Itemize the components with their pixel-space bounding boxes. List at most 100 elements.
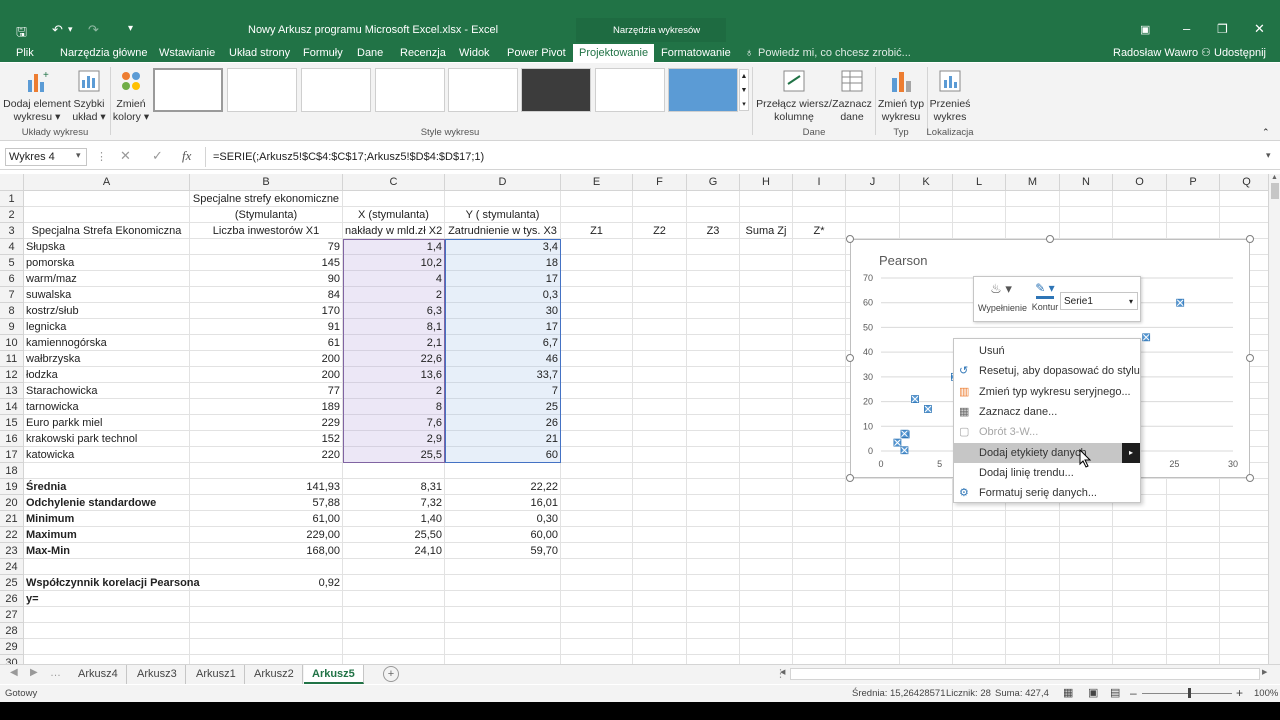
row-header[interactable]: 27: [0, 607, 24, 623]
sheet-tab-arkusz1[interactable]: Arkusz1: [188, 665, 245, 684]
investors-cell[interactable]: 152: [192, 431, 340, 447]
menu-item-select-data[interactable]: ▦ Zaznacz dane...: [954, 402, 1140, 422]
stat-value-cell[interactable]: 8,31: [345, 479, 442, 495]
zone-name-cell[interactable]: Starachowicka: [26, 383, 187, 399]
column-header[interactable]: P: [1167, 174, 1220, 191]
row-header[interactable]: 8: [0, 303, 24, 319]
header-cell[interactable]: Z*: [795, 223, 843, 239]
chart-style-2[interactable]: [227, 68, 297, 112]
share-icon[interactable]: ⚇: [1201, 44, 1211, 63]
header-cell[interactable]: Z3: [689, 223, 737, 239]
column-header[interactable]: N: [1060, 174, 1113, 191]
zoom-slider-thumb[interactable]: [1188, 688, 1191, 698]
resize-handle-tc[interactable]: [1046, 235, 1054, 243]
restore-icon[interactable]: ❐: [1217, 22, 1228, 36]
tell-me-search[interactable]: Powiedz mi, co chcesz zrobić...: [758, 44, 911, 63]
row-header[interactable]: 14: [0, 399, 24, 415]
outline-button[interactable]: ✎ ▾ Kontur: [1030, 281, 1060, 312]
menu-item-reset-style[interactable]: ↺ Resetuj, aby dopasować do stylu: [954, 361, 1140, 381]
investors-cell[interactable]: 79: [192, 239, 340, 255]
header-cell[interactable]: (Stymulanta): [192, 207, 340, 223]
scroll-tabs-left-icon[interactable]: ◀: [10, 667, 18, 678]
stat-label-cell[interactable]: Max-Min: [26, 543, 187, 559]
header-cell[interactable]: Z1: [563, 223, 630, 239]
resize-handle-br[interactable]: [1246, 474, 1254, 482]
chart-style-5[interactable]: [448, 68, 518, 112]
outlays-cell[interactable]: 10,2: [345, 255, 442, 271]
scroll-right-icon[interactable]: ▶: [1262, 668, 1267, 676]
row-header[interactable]: 6: [0, 271, 24, 287]
outlays-cell[interactable]: 1,4: [345, 239, 442, 255]
name-box-dropdown-icon[interactable]: ▾: [76, 150, 81, 161]
tab-format[interactable]: Formatowanie: [661, 44, 731, 63]
row-header[interactable]: 25: [0, 575, 24, 591]
zone-name-cell[interactable]: tarnowicka: [26, 399, 187, 415]
chart-style-4[interactable]: [375, 68, 445, 112]
employment-cell[interactable]: 25: [447, 399, 558, 415]
zone-name-cell[interactable]: łodzka: [26, 367, 187, 383]
share-button[interactable]: Udostępnij: [1214, 44, 1266, 63]
column-header[interactable]: M: [1006, 174, 1060, 191]
zone-name-cell[interactable]: kamiennogórska: [26, 335, 187, 351]
tabs-more-icon[interactable]: …: [50, 667, 61, 679]
employment-cell[interactable]: 33,7: [447, 367, 558, 383]
scroll-tabs-right-icon[interactable]: ▶: [30, 667, 38, 678]
header-cell[interactable]: Liczba inwestorów X1: [192, 223, 340, 239]
chart-style-3[interactable]: [301, 68, 371, 112]
row-header[interactable]: 15: [0, 415, 24, 431]
investors-cell[interactable]: 170: [192, 303, 340, 319]
column-header[interactable]: E: [561, 174, 633, 191]
employment-cell[interactable]: 21: [447, 431, 558, 447]
data-point[interactable]: [900, 429, 909, 438]
redo-icon[interactable]: ↷: [88, 22, 99, 38]
collapse-ribbon-icon[interactable]: ⌃: [1262, 127, 1270, 138]
menu-item-add-data-labels[interactable]: Dodaj etykiety danych ▸: [954, 443, 1140, 463]
row-header[interactable]: 13: [0, 383, 24, 399]
stat-value-cell[interactable]: 59,70: [447, 543, 558, 559]
close-icon[interactable]: ✕: [1254, 21, 1265, 37]
zone-name-cell[interactable]: legnicka: [26, 319, 187, 335]
outlays-cell[interactable]: 4: [345, 271, 442, 287]
employment-cell[interactable]: 18: [447, 255, 558, 271]
employment-cell[interactable]: 30: [447, 303, 558, 319]
outlays-cell[interactable]: 7,6: [345, 415, 442, 431]
column-header[interactable]: L: [953, 174, 1006, 191]
ribbon-display-options-icon[interactable]: ▣: [1140, 23, 1150, 36]
stat-label-cell[interactable]: Maximum: [26, 527, 187, 543]
zone-name-cell[interactable]: kostrz/słub: [26, 303, 187, 319]
zone-name-cell[interactable]: pomorska: [26, 255, 187, 271]
stat-value-cell[interactable]: 60,00: [447, 527, 558, 543]
stat-label-cell[interactable]: Minimum: [26, 511, 187, 527]
investors-cell[interactable]: 189: [192, 399, 340, 415]
move-chart-button[interactable]: Przenieś wykres: [928, 68, 972, 124]
header-cell[interactable]: Specjalne strefy ekonomiczne: [192, 191, 340, 207]
cancel-icon[interactable]: ✕: [120, 148, 131, 164]
investors-cell[interactable]: 91: [192, 319, 340, 335]
row-header[interactable]: 9: [0, 319, 24, 335]
employment-cell[interactable]: 3,4: [447, 239, 558, 255]
zoom-out-icon[interactable]: –: [1130, 685, 1137, 702]
chart-style-6[interactable]: [521, 68, 591, 112]
outlays-cell[interactable]: 25,5: [345, 447, 442, 463]
row-header[interactable]: 23: [0, 543, 24, 559]
submenu-arrow-icon[interactable]: ▸: [1122, 443, 1140, 463]
zone-name-cell[interactable]: Euro parkk miel: [26, 415, 187, 431]
select-data-button[interactable]: Zaznacz dane: [830, 68, 874, 124]
row-header[interactable]: 12: [0, 367, 24, 383]
page-break-view-icon[interactable]: ▤: [1110, 685, 1120, 702]
sheet-tab-arkusz2[interactable]: Arkusz2: [246, 665, 303, 684]
tab-data[interactable]: Dane: [357, 44, 383, 63]
zone-name-cell[interactable]: warm/maz: [26, 271, 187, 287]
header-cell[interactable]: nakłady w mld.zł X2: [345, 223, 442, 239]
column-header[interactable]: F: [633, 174, 687, 191]
menu-item-add-trendline[interactable]: Dodaj linię trendu...: [954, 463, 1140, 483]
tab-view[interactable]: Widok: [459, 44, 490, 63]
tab-power-pivot[interactable]: Power Pivot: [507, 44, 566, 63]
column-header[interactable]: B: [190, 174, 343, 191]
zoom-level[interactable]: 100%: [1254, 685, 1278, 702]
stat-value-cell[interactable]: 229,00: [192, 527, 340, 543]
minimize-icon[interactable]: –: [1183, 21, 1190, 36]
stat-value-cell[interactable]: 57,88: [192, 495, 340, 511]
stat-label-cell[interactable]: Odchylenie standardowe: [26, 495, 187, 511]
row-header[interactable]: 29: [0, 639, 24, 655]
